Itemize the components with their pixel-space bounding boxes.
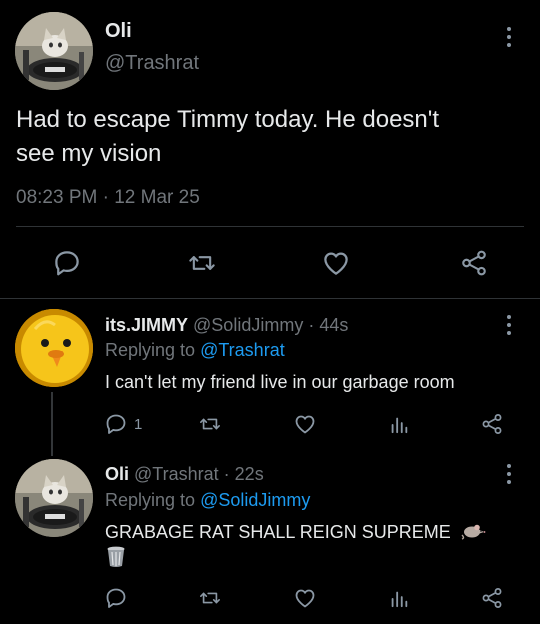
retweet-icon: [189, 256, 215, 270]
retweet-button[interactable]: [187, 249, 217, 277]
author-handle[interactable]: @Trashrat: [105, 52, 199, 75]
analytics-icon: [391, 417, 408, 434]
wastebasket-icon: [107, 546, 125, 567]
reply-text: GRABAGE RAT SHALL REIGN SUPREME: [105, 522, 451, 542]
avatar-oli[interactable]: [15, 12, 93, 90]
replying-to: Replying to @SolidJimmy: [105, 488, 310, 512]
analytics-button[interactable]: [388, 413, 410, 435]
analytics-button[interactable]: [388, 587, 410, 609]
reply-text-line: GRABAGE RAT SHALL REIGN SUPREME: [105, 520, 486, 546]
like-button[interactable]: [321, 248, 351, 278]
reply-author-handle[interactable]: @Trashrat: [134, 464, 219, 484]
share-button[interactable]: [480, 412, 504, 436]
share-icon: [462, 250, 486, 276]
tweet-text-line-2: see my vision: [16, 140, 162, 167]
avatar-image: [15, 309, 93, 387]
like-button[interactable]: [293, 586, 317, 610]
retweet-icon: [200, 418, 220, 430]
heart-icon: [295, 589, 315, 608]
avatar-image: [15, 459, 93, 537]
author-name[interactable]: Oli: [105, 20, 132, 43]
reply-author-handle[interactable]: @SolidJimmy: [193, 315, 303, 335]
reply-header: its.JIMMY @SolidJimmy · 44s: [105, 313, 348, 337]
replying-to-label: Replying to: [105, 340, 196, 360]
reply-count: 1: [134, 415, 143, 433]
rat-icon: [461, 524, 486, 540]
reply-button[interactable]: [104, 586, 128, 610]
reply-header: Oli @Trashrat · 22s: [105, 462, 264, 486]
tweet-text: Had to escape Timmy today. He doesn't se…: [16, 103, 526, 171]
reply-button[interactable]: [52, 248, 82, 278]
reply-button[interactable]: 1: [104, 412, 142, 436]
retweet-button[interactable]: [198, 587, 222, 609]
share-icon: [482, 414, 502, 434]
reply-time: · 22s: [223, 464, 264, 484]
replying-to-link[interactable]: @SolidJimmy: [200, 490, 310, 510]
divider: [16, 226, 524, 227]
avatar-jimmy[interactable]: [15, 309, 93, 387]
reply-icon: [55, 251, 79, 276]
replying-to-label: Replying to: [105, 490, 196, 510]
avatar-image: [15, 12, 93, 90]
reply-time: · 44s: [308, 315, 349, 335]
heart-icon: [295, 415, 315, 434]
reply-icon: [106, 588, 126, 608]
share-button[interactable]: [480, 586, 504, 610]
share-button[interactable]: [458, 248, 490, 278]
share-icon: [482, 588, 502, 608]
tweet-timestamp: 08:23 PM · 12 Mar 25: [16, 187, 200, 208]
replying-to-link[interactable]: @Trashrat: [200, 340, 285, 360]
reply-text: I can't let my friend live in our garbag…: [105, 372, 455, 392]
more-options-icon[interactable]: [506, 315, 512, 335]
heart-icon: [324, 252, 348, 275]
tweet-text-line-1: Had to escape Timmy today. He doesn't: [16, 106, 440, 133]
reply-icon: [106, 414, 126, 434]
retweet-button[interactable]: [198, 413, 222, 435]
section-divider: [0, 298, 540, 299]
thread-connector: [51, 392, 53, 456]
retweet-icon: [200, 592, 220, 604]
avatar-oli[interactable]: [15, 459, 93, 537]
like-button[interactable]: [293, 412, 317, 436]
more-options-icon[interactable]: [506, 27, 512, 47]
replying-to: Replying to @Trashrat: [105, 338, 285, 362]
reply-author-name[interactable]: Oli: [105, 464, 129, 484]
wastebasket-emoji: [106, 546, 126, 573]
analytics-icon: [391, 591, 408, 608]
rat-emoji: [460, 520, 486, 546]
reply-author-name[interactable]: its.JIMMY: [105, 315, 188, 335]
more-options-icon[interactable]: [506, 464, 512, 484]
